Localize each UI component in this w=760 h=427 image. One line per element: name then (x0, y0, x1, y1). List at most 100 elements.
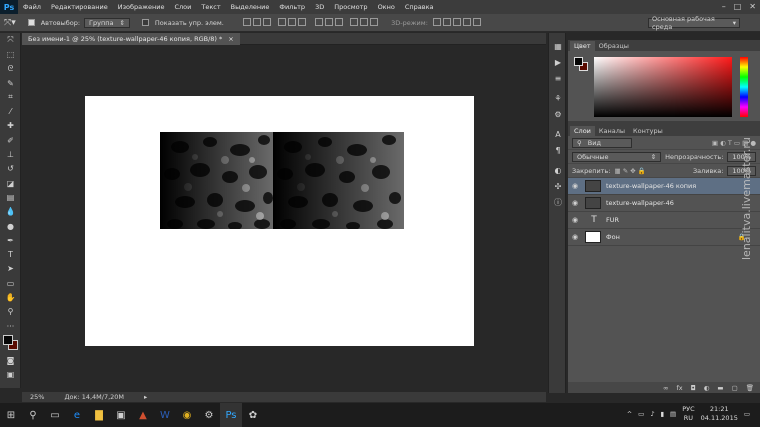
photoshop-taskbar-icon[interactable]: Ps (220, 403, 242, 427)
adjustments-icon[interactable]: ◐ (549, 163, 567, 177)
align-left-icon[interactable] (277, 17, 286, 26)
menu-select[interactable]: Выделение (226, 3, 275, 11)
auto-select-dropdown[interactable]: Группа ⇕ (84, 17, 130, 28)
tray-chevron-icon[interactable]: ^ (627, 410, 632, 418)
document-canvas[interactable] (85, 96, 474, 346)
paragraph-icon[interactable]: ¶ (549, 143, 567, 157)
network-icon[interactable]: ▭ (638, 410, 644, 418)
eye-icon[interactable]: ◉ (568, 233, 582, 241)
quick-select-tool-icon[interactable]: ✎ (0, 76, 21, 90)
align-bottom-icon[interactable] (262, 17, 271, 26)
crop-tool-icon[interactable]: ⌗ (0, 90, 21, 104)
minimize-icon[interactable]: – (722, 2, 726, 11)
clone-source-icon[interactable]: ⚙ (549, 107, 567, 121)
search-icon[interactable]: ⚲ (22, 403, 44, 427)
layer-row[interactable]: ◉ T FUR (568, 212, 760, 229)
move-tool-icon[interactable]: ⤧▾ (4, 18, 16, 28)
eyedropper-tool-icon[interactable]: ⁄ (0, 104, 21, 118)
menu-help[interactable]: Справка (400, 3, 439, 11)
align-hcenter-icon[interactable] (287, 17, 296, 26)
color-spectrum[interactable] (594, 57, 732, 117)
shape-tool-icon[interactable]: ▭ (0, 276, 21, 290)
menu-filter[interactable]: Фильтр (274, 3, 310, 11)
tab-swatches[interactable]: Образцы (595, 41, 633, 51)
3d-scale-icon[interactable] (472, 17, 481, 26)
menu-file[interactable]: Файл (18, 3, 46, 11)
add-mask-icon[interactable]: ◘ (691, 384, 696, 392)
task-view-icon[interactable]: ▭ (44, 403, 66, 427)
styles-icon[interactable]: ✣ (549, 179, 567, 193)
actions-icon[interactable]: ▶ (549, 55, 567, 69)
history-brush-icon[interactable]: ↺ (0, 162, 21, 176)
language-indicator[interactable]: РУС RU (682, 405, 694, 423)
layer-row[interactable]: ◉ texture-wallpaper-46 (568, 195, 760, 212)
hue-slider[interactable] (740, 57, 748, 117)
eye-icon[interactable]: ◉ (568, 216, 582, 224)
tab-paths[interactable]: Контуры (629, 126, 667, 136)
panel-foreground-color[interactable] (574, 57, 583, 66)
dodge-tool-icon[interactable]: ● (0, 219, 21, 233)
blur-tool-icon[interactable]: 💧 (0, 205, 21, 219)
menu-layers[interactable]: Слои (169, 3, 196, 11)
hand-tool-icon[interactable]: ✋ (0, 290, 21, 304)
menu-image[interactable]: Изображение (113, 3, 170, 11)
screen-mode-icon[interactable]: ▣ (0, 368, 21, 382)
info-icon[interactable]: ⓘ (549, 195, 567, 209)
menu-view[interactable]: Просмотр (329, 3, 372, 11)
blend-mode-dropdown[interactable]: Обычные ⇕ (572, 151, 662, 162)
3d-roll-icon[interactable] (442, 17, 451, 26)
align-vcenter-icon[interactable] (252, 17, 261, 26)
marquee-tool-icon[interactable]: ⬚ (0, 47, 21, 61)
chrome-icon[interactable]: ◉ (176, 403, 198, 427)
distribute-top-icon[interactable] (315, 17, 324, 26)
3d-pan-icon[interactable] (452, 17, 461, 26)
layer-row[interactable]: ◉ texture-wallpaper-46 копия (568, 178, 760, 195)
distribute-left-icon[interactable] (350, 17, 359, 26)
zoom-level[interactable]: 25% (30, 393, 44, 401)
properties-icon[interactable]: ≡ (549, 71, 567, 85)
document-tab[interactable]: Без имени-1 @ 25% (texture-wallpaper-46 … (22, 33, 240, 45)
show-controls-checkbox[interactable] (141, 19, 151, 27)
layer-filter-dropdown[interactable]: ⚲ Вид (572, 137, 632, 148)
adjustment-layer-icon[interactable]: ◐ (704, 384, 710, 392)
windows-start-icon[interactable]: ⊞ (0, 403, 22, 427)
foreground-color[interactable] (3, 335, 13, 346)
lock-icons[interactable]: ▦ ✎ ✥ 🔒 (614, 167, 645, 175)
close-icon[interactable]: ✕ (749, 2, 756, 11)
distribute-vcenter-icon[interactable] (325, 17, 334, 26)
distribute-hcenter-icon[interactable] (360, 17, 369, 26)
layer-row[interactable]: ◉ Фон 🔒 (568, 229, 760, 246)
menu-type[interactable]: Текст (196, 3, 225, 11)
steam-icon[interactable]: ⚙ (198, 403, 220, 427)
new-layer-icon[interactable]: ▢ (732, 384, 738, 392)
tab-layers[interactable]: Слои (570, 126, 595, 136)
app2-icon[interactable]: ✿ (242, 403, 264, 427)
workspace-dropdown[interactable]: Основная рабочая среда ▾ (648, 15, 740, 31)
distribute-right-icon[interactable] (370, 17, 379, 26)
volume-icon[interactable]: ♪ (650, 410, 654, 418)
type-tool-icon[interactable]: T (0, 247, 21, 261)
maximize-icon[interactable]: □ (734, 2, 742, 11)
tab-channels[interactable]: Каналы (595, 126, 629, 136)
trash-icon[interactable]: 🗑 (746, 384, 754, 392)
eye-icon[interactable]: ◉ (568, 199, 582, 207)
distribute-bottom-icon[interactable] (335, 17, 344, 26)
link-layers-icon[interactable]: ∞ (663, 384, 668, 392)
eye-icon[interactable]: ◉ (568, 182, 582, 190)
explorer-icon[interactable]: ▇ (88, 403, 110, 427)
clock[interactable]: 21:21 04.11.2015 (701, 405, 738, 423)
3d-rotate-icon[interactable] (432, 17, 441, 26)
quick-mask-icon[interactable]: ◙ (0, 353, 21, 367)
gradient-tool-icon[interactable]: ▤ (0, 190, 21, 204)
history-icon[interactable]: ▦ (549, 39, 567, 53)
character-icon[interactable]: A (549, 127, 567, 141)
eraser-tool-icon[interactable]: ◪ (0, 176, 21, 190)
menu-edit[interactable]: Редактирование (46, 3, 113, 11)
tab-color[interactable]: Цвет (570, 41, 595, 51)
3d-slide-icon[interactable] (462, 17, 471, 26)
close-tab-icon[interactable]: × (228, 35, 233, 43)
edge-icon[interactable]: e (66, 403, 88, 427)
zoom-tool-icon[interactable]: ⚲ (0, 305, 21, 319)
healing-brush-icon[interactable]: ✚ (0, 119, 21, 133)
battery-icon[interactable]: ▮ (660, 410, 664, 418)
